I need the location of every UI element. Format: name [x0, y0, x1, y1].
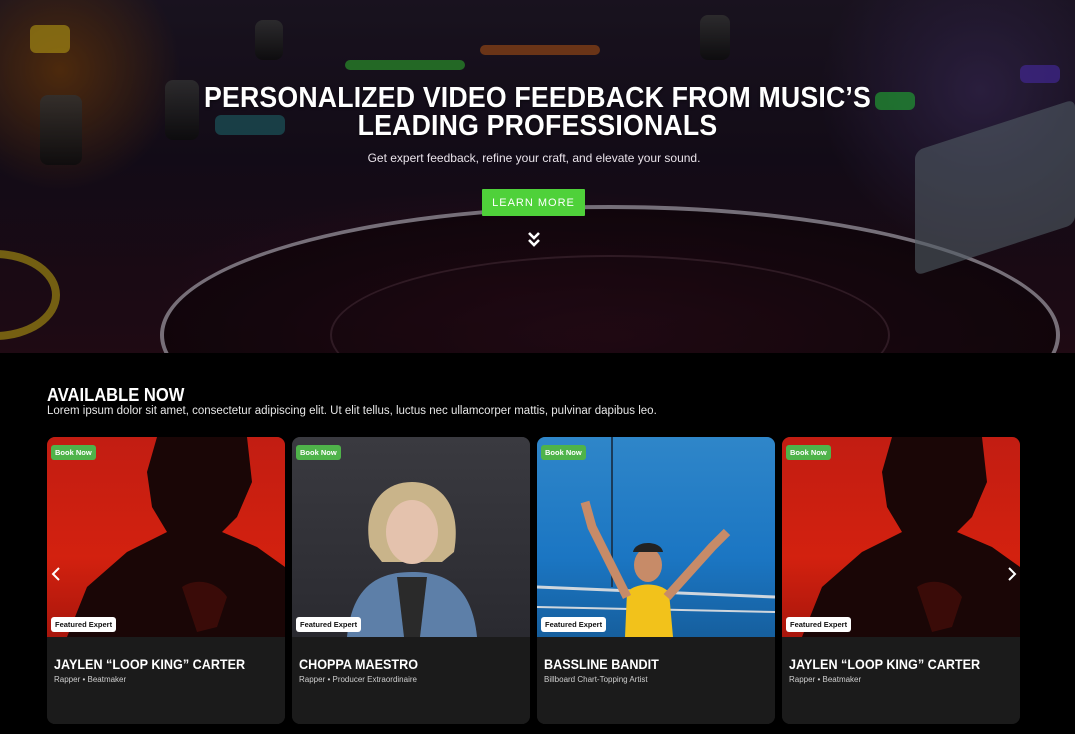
expert-card[interactable]: Book Now Featured Expert CHOPPA MAESTRO … [292, 437, 530, 724]
hero-banner: PERSONALIZED VIDEO FEEDBACK FROM MUSIC’S… [0, 0, 1075, 353]
expert-card[interactable]: Book Now Featured Expert JAYLEN “LOOP KI… [47, 437, 285, 724]
carousel-next-button[interactable] [1004, 565, 1020, 583]
hero-title-line2: LEADING PROFESSIONALS [357, 110, 718, 142]
expert-card[interactable]: Book Now Featured Expert BASSLINE BANDIT… [537, 437, 775, 724]
section-title: AVAILABLE NOW [47, 385, 185, 405]
book-now-badge[interactable]: Book Now [296, 445, 341, 460]
featured-expert-badge: Featured Expert [51, 617, 117, 632]
expert-photo: Book Now Featured Expert [47, 437, 285, 637]
double-chevron-down-icon[interactable] [526, 230, 542, 248]
expert-name[interactable]: JAYLEN “LOOP KING” CARTER [789, 656, 980, 672]
featured-expert-badge: Featured Expert [541, 617, 607, 632]
portrait-image [347, 482, 477, 637]
chevron-right-icon [1008, 567, 1017, 581]
featured-expert-badge: Featured Expert [786, 617, 852, 632]
hero-title: PERSONALIZED VIDEO FEEDBACK FROM MUSIC’S… [43, 82, 1032, 142]
silhouette-image [802, 437, 1020, 637]
expert-photo: Book Now Featured Expert [782, 437, 1020, 637]
book-now-badge[interactable]: Book Now [541, 445, 586, 460]
expert-card[interactable]: Book Now Featured Expert JAYLEN “LOOP KI… [782, 437, 1020, 724]
expert-role: Rapper • Producer Extraordinaire [299, 675, 417, 684]
book-now-badge[interactable]: Book Now [51, 445, 96, 460]
hero-subtitle: Get expert feedback, refine your craft, … [367, 151, 701, 165]
featured-expert-badge: Featured Expert [296, 617, 362, 632]
expert-role: Billboard Chart-Topping Artist [544, 675, 648, 684]
expert-name[interactable]: CHOPPA MAESTRO [299, 656, 418, 672]
hero-title-line1: PERSONALIZED VIDEO FEEDBACK FROM MUSIC’S [204, 82, 871, 114]
expert-name[interactable]: BASSLINE BANDIT [544, 656, 659, 672]
section-description: Lorem ipsum dolor sit amet, consectetur … [47, 405, 657, 417]
silhouette-image [67, 437, 285, 637]
chevron-left-icon [51, 567, 60, 581]
book-now-badge[interactable]: Book Now [786, 445, 831, 460]
expert-photo: Book Now Featured Expert [292, 437, 530, 637]
performer-image [537, 437, 775, 637]
learn-more-button[interactable]: LEARN MORE [482, 189, 585, 216]
expert-photo: Book Now Featured Expert [537, 437, 775, 637]
expert-role: Rapper • Beatmaker [54, 675, 127, 684]
expert-name[interactable]: JAYLEN “LOOP KING” CARTER [54, 656, 245, 672]
carousel-prev-button[interactable] [48, 565, 64, 583]
expert-role: Rapper • Beatmaker [789, 675, 862, 684]
